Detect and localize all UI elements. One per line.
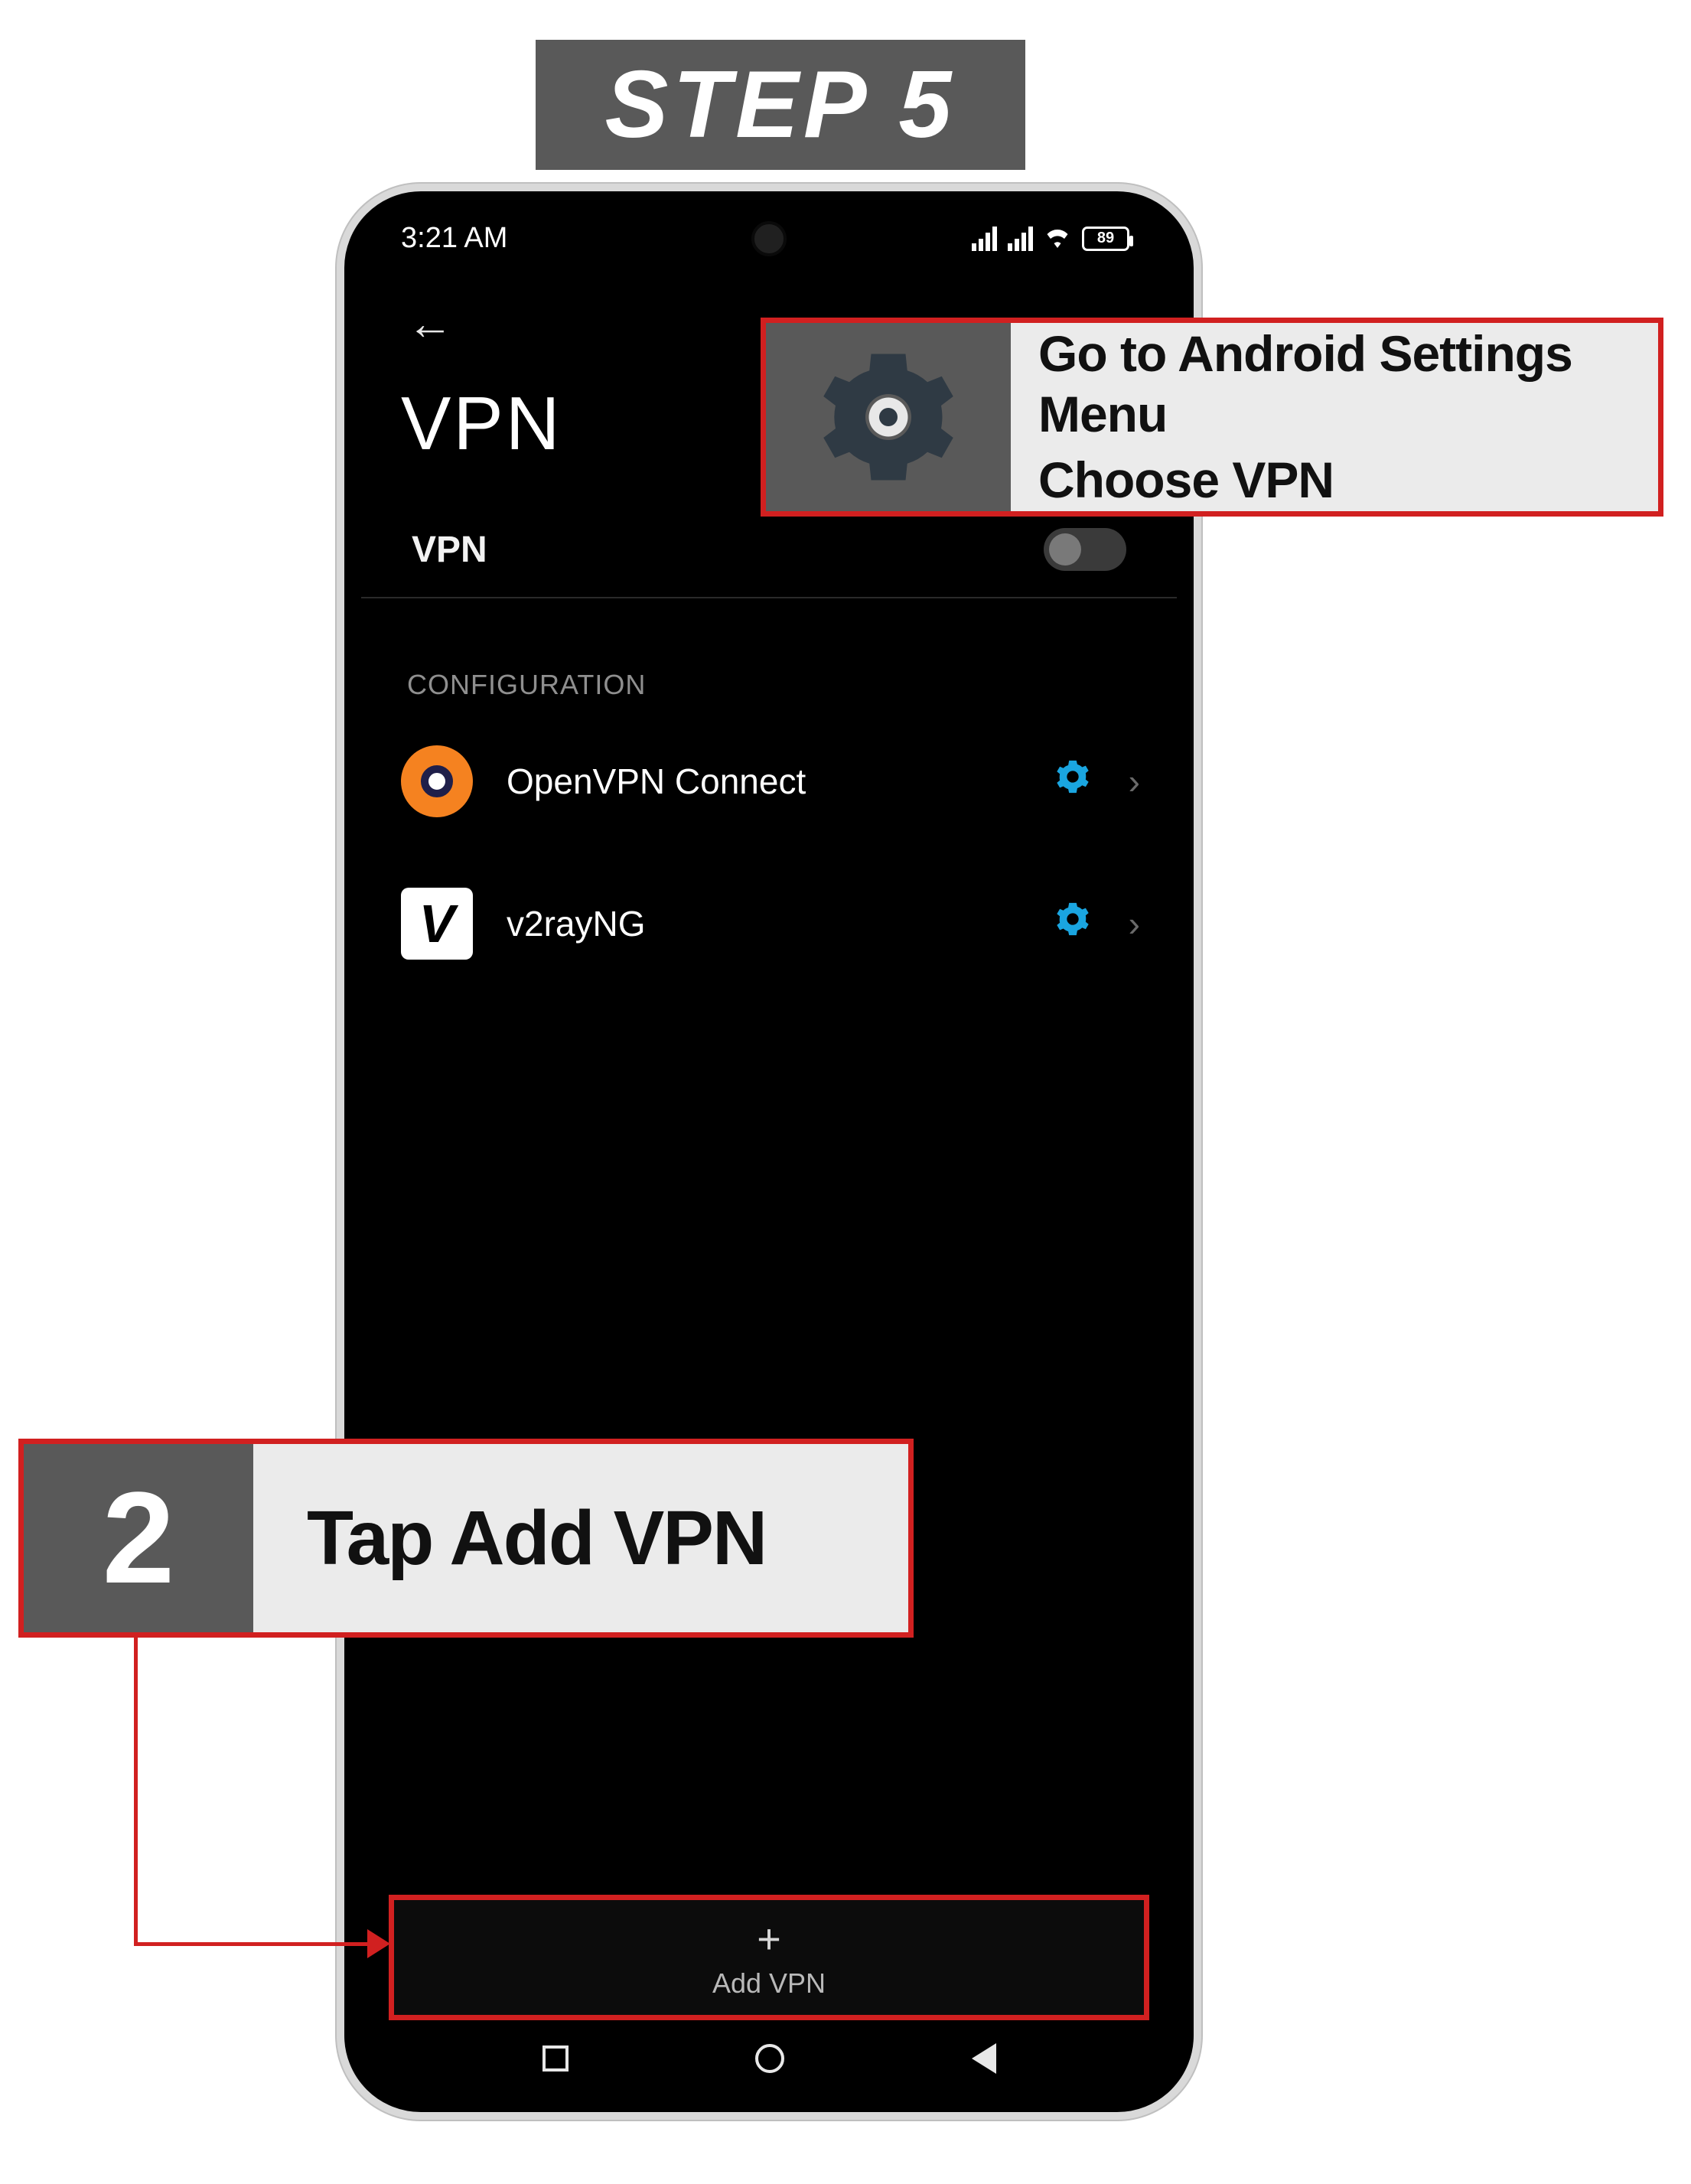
callout-line2: Choose VPN	[1038, 450, 1631, 510]
v2rayng-app-icon: V	[401, 888, 473, 960]
callout-tap-add-vpn: 2 Tap Add VPN	[18, 1439, 914, 1638]
config-item-openvpn[interactable]: OpenVPN Connect ›	[355, 710, 1183, 852]
chevron-right-icon: ›	[1124, 761, 1140, 802]
back-arrow-icon[interactable]: ←	[401, 298, 459, 350]
nav-back-icon[interactable]	[972, 2043, 996, 2074]
status-bar: 3:21 AM 89	[355, 202, 1183, 275]
callout-line1: Go to Android Settings Menu	[1038, 324, 1631, 445]
connector-line	[134, 1638, 138, 1944]
battery-level: 89	[1097, 230, 1114, 247]
openvpn-app-icon	[401, 745, 473, 817]
callout-text: Go to Android Settings Menu Choose VPN	[1011, 323, 1658, 511]
gear-icon	[819, 348, 957, 486]
connector-line	[134, 1942, 375, 1946]
camera-hole	[751, 221, 787, 256]
callout-settings-vpn: Go to Android Settings Menu Choose VPN	[761, 318, 1663, 517]
config-settings-gear-icon[interactable]	[1055, 759, 1090, 804]
callout-text-label: Tap Add VPN	[307, 1495, 766, 1583]
plus-icon: +	[757, 1915, 781, 1963]
signal-bars-icon	[972, 227, 997, 251]
callout-text: Tap Add VPN	[253, 1444, 908, 1632]
step-badge: STEP 5	[536, 40, 1025, 170]
config-name: v2rayNG	[507, 903, 1021, 944]
step-badge-text: STEP 5	[605, 51, 956, 159]
vpn-toggle-switch[interactable]	[1044, 528, 1126, 571]
connector-arrow-icon	[367, 1929, 390, 1958]
signal-bars-icon	[1008, 227, 1033, 251]
vpn-toggle-label: VPN	[412, 529, 487, 571]
config-settings-gear-icon[interactable]	[1055, 901, 1090, 946]
callout-number-box: 2	[24, 1444, 253, 1632]
callout-gear-box	[766, 323, 1011, 511]
battery-icon: 89	[1082, 227, 1129, 251]
callout-number: 2	[103, 1463, 175, 1613]
nav-home-icon[interactable]	[755, 2044, 784, 2073]
add-vpn-label: Add VPN	[712, 1967, 826, 2000]
configuration-section-label: CONFIGURATION	[355, 598, 1183, 710]
config-item-v2rayng[interactable]: V v2rayNG ›	[355, 852, 1183, 995]
chevron-right-icon: ›	[1124, 903, 1140, 944]
wifi-icon	[1044, 225, 1071, 253]
config-name: OpenVPN Connect	[507, 761, 1021, 802]
add-vpn-button[interactable]: + Add VPN	[389, 1895, 1149, 2020]
status-time: 3:21 AM	[401, 222, 507, 255]
android-nav-bar	[355, 2028, 1183, 2089]
status-icons: 89	[972, 225, 1129, 253]
nav-recent-icon[interactable]	[542, 2045, 569, 2072]
